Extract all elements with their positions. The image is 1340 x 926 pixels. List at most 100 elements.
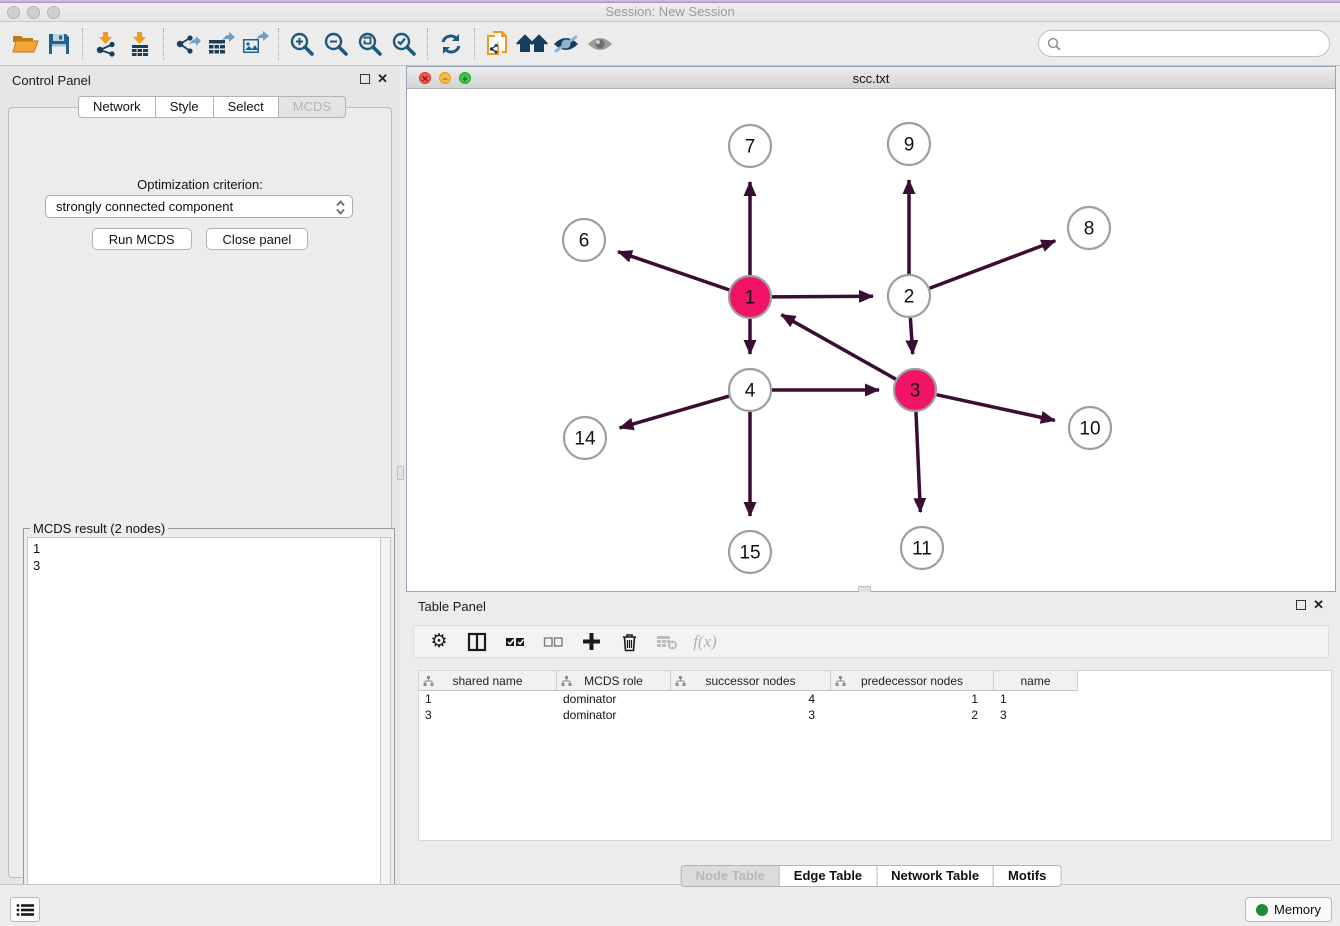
network-canvas[interactable]: 7 9 6 8 1 2 4 3 14 10 15 11 <box>407 89 1335 591</box>
tab-select[interactable]: Select <box>214 96 279 118</box>
table-cell: 3 <box>419 707 557 723</box>
toolbar-separator <box>163 28 164 60</box>
tab-mcds[interactable]: MCDS <box>279 96 346 118</box>
mcds-result-line: 1 <box>33 540 375 557</box>
zoom-selected-button[interactable] <box>387 26 421 62</box>
column-header-predecessor-nodes[interactable]: predecessor nodes <box>831 671 994 691</box>
graph-edge-4-14[interactable] <box>620 396 729 428</box>
table-row[interactable]: 1dominator411 <box>419 691 1331 707</box>
deselect-all-button[interactable] <box>538 628 568 656</box>
graph-node-1[interactable]: 1 <box>729 276 771 318</box>
vertical-splitter-grip[interactable] <box>397 466 404 480</box>
import-table-button[interactable] <box>123 26 157 62</box>
graph-edge-1-6[interactable] <box>618 252 729 290</box>
column-header-shared-name[interactable]: shared name <box>419 671 557 691</box>
toolbar-separator <box>427 28 428 60</box>
close-panel-icon[interactable]: ✕ <box>377 71 388 87</box>
node-table[interactable]: shared nameMCDS rolesuccessor nodesprede… <box>418 670 1332 841</box>
tab-network-table[interactable]: Network Table <box>877 865 994 887</box>
column-header-successor-nodes[interactable]: successor nodes <box>671 671 831 691</box>
mcds-result-text[interactable]: 13 <box>27 537 380 906</box>
zoom-in-button[interactable] <box>285 26 319 62</box>
table-row[interactable]: 3dominator323 <box>419 707 1331 723</box>
float-panel-icon[interactable] <box>360 74 370 84</box>
graph-node-4[interactable]: 4 <box>729 369 771 411</box>
delete-column-button[interactable] <box>614 628 644 656</box>
zoom-out-button[interactable] <box>319 26 353 62</box>
float-table-panel-icon[interactable] <box>1296 600 1306 610</box>
application-window: Session: New Session <box>0 0 1340 926</box>
function-builder-button[interactable]: f(x) <box>690 628 720 656</box>
open-session-button[interactable] <box>8 26 42 62</box>
export-table-button[interactable] <box>204 26 238 62</box>
column-header-mcds-role[interactable]: MCDS role <box>557 671 671 691</box>
memory-button[interactable]: Memory <box>1245 897 1332 922</box>
mcds-result-legend: MCDS result (2 nodes) <box>30 521 168 536</box>
graph-node-11[interactable]: 11 <box>901 527 943 569</box>
create-column-button[interactable] <box>576 628 606 656</box>
save-floppy-icon <box>47 32 71 56</box>
graph-edge-2-8[interactable] <box>930 241 1056 289</box>
save-session-button[interactable] <box>42 26 76 62</box>
network-window-titlebar[interactable]: ✕ − + scc.txt <box>407 67 1335 89</box>
graph-edge-3-1[interactable] <box>781 315 895 380</box>
tab-motifs[interactable]: Motifs <box>994 865 1061 887</box>
new-network-from-selection-button[interactable] <box>481 26 515 62</box>
checkboxes-checked-icon <box>505 635 525 649</box>
close-table-panel-icon[interactable]: ✕ <box>1313 597 1324 613</box>
table-panel-header: Table Panel ✕ <box>406 592 1336 620</box>
column-header-name[interactable]: name <box>994 671 1078 691</box>
graph-node-6[interactable]: 6 <box>563 219 605 261</box>
select-all-button[interactable] <box>500 628 530 656</box>
import-network-icon <box>93 31 119 57</box>
graph-node-9[interactable]: 9 <box>888 123 930 165</box>
import-table-icon <box>127 31 153 57</box>
network-graph[interactable]: 7 9 6 8 1 2 4 3 14 10 15 11 <box>407 89 1335 592</box>
search-field[interactable] <box>1038 30 1330 57</box>
show-all-button[interactable] <box>583 26 617 62</box>
mcds-result-scrollbar[interactable] <box>380 537 391 906</box>
tab-network[interactable]: Network <box>78 96 156 118</box>
graph-node-10[interactable]: 10 <box>1069 407 1111 449</box>
delete-table-button[interactable] <box>652 628 682 656</box>
import-network-button[interactable] <box>89 26 123 62</box>
zoom-fit-button[interactable] <box>353 26 387 62</box>
table-settings-button[interactable]: ⚙ <box>424 628 454 656</box>
search-input[interactable] <box>1065 36 1329 51</box>
graph-edge-1-2[interactable] <box>772 296 873 297</box>
zoom-fit-icon <box>357 31 383 57</box>
refresh-view-button[interactable] <box>434 26 468 62</box>
graph-node-2[interactable]: 2 <box>888 275 930 317</box>
tab-edge-table[interactable]: Edge Table <box>780 865 877 887</box>
graph-node-15[interactable]: 15 <box>729 531 771 573</box>
graph-node-3[interactable]: 3 <box>894 369 936 411</box>
column-tree-icon <box>835 676 846 687</box>
eye-icon <box>586 33 614 55</box>
criterion-dropdown[interactable]: strongly connected component <box>45 195 353 218</box>
tab-style[interactable]: Style <box>156 96 214 118</box>
column-chooser-button[interactable] <box>462 628 492 656</box>
export-image-button[interactable] <box>238 26 272 62</box>
run-mcds-button[interactable]: Run MCDS <box>92 228 192 250</box>
home-neighbors-icon <box>516 32 548 56</box>
columns-icon <box>467 632 487 652</box>
graph-edge-3-10[interactable] <box>936 395 1054 421</box>
zoom-in-icon <box>289 31 315 57</box>
graph-node-label: 2 <box>904 287 915 308</box>
first-neighbors-button[interactable] <box>515 26 549 62</box>
graph-node-8[interactable]: 8 <box>1068 207 1110 249</box>
hide-selected-button[interactable] <box>549 26 583 62</box>
graph-edge-3-11[interactable] <box>916 412 920 512</box>
mcds-result-fieldset: MCDS result (2 nodes) 13 <box>23 528 395 910</box>
close-panel-button[interactable]: Close panel <box>206 228 309 250</box>
task-history-button[interactable] <box>10 897 40 922</box>
control-panel-header: Control Panel ✕ <box>0 66 400 94</box>
control-panel: Control Panel ✕ Optimization criterion: … <box>0 66 400 884</box>
toolbar-separator <box>278 28 279 60</box>
graph-edge-2-3[interactable] <box>910 318 912 354</box>
graph-node-14[interactable]: 14 <box>564 417 606 459</box>
graph-node-7[interactable]: 7 <box>729 125 771 167</box>
table-cell: 3 <box>994 707 1078 723</box>
tab-node-table[interactable]: Node Table <box>681 865 780 887</box>
export-network-button[interactable] <box>170 26 204 62</box>
